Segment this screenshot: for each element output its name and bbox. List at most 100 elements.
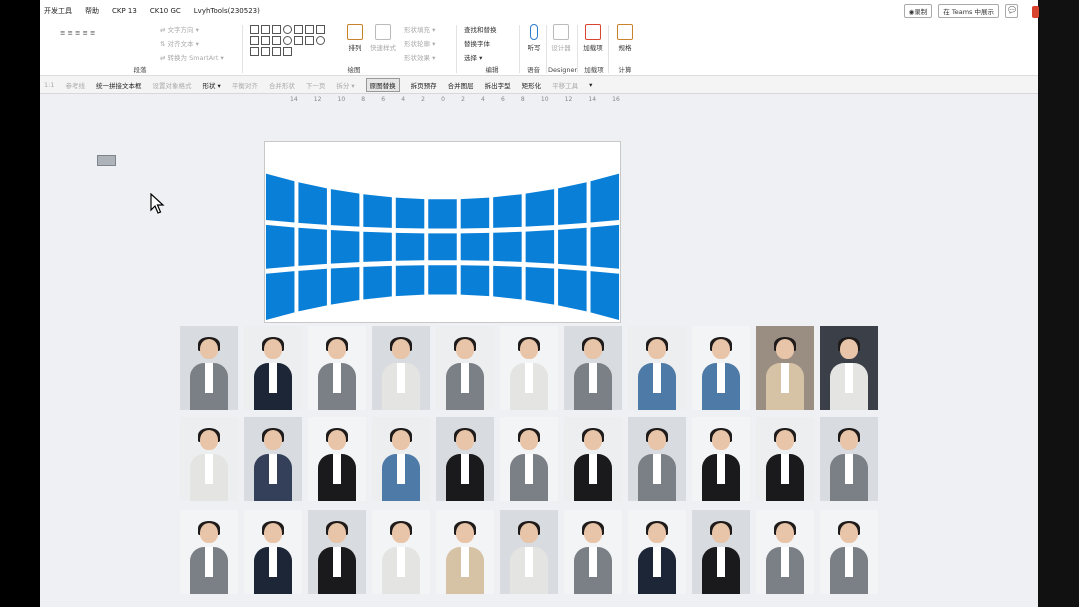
portrait-photo[interactable] bbox=[436, 510, 494, 594]
slide-tile bbox=[395, 265, 425, 297]
comment-button[interactable]: 💬 bbox=[1005, 4, 1018, 18]
menu-ckp13[interactable]: CKP 13 bbox=[112, 7, 137, 15]
designer-icon bbox=[553, 24, 569, 40]
menu-lvyhtools[interactable]: LvyhTools(230523) bbox=[194, 7, 260, 15]
addin-button[interactable]: 加载项 bbox=[580, 24, 606, 52]
portrait-photo[interactable] bbox=[180, 326, 238, 410]
portrait-photo[interactable] bbox=[500, 417, 558, 501]
paragraph-group: ≡ ≡ ≡ ≡ ≡ ⇄ 文字方向 ▾ ⇅ 对齐文本 ▾ ⇄ 转换为 SmartA… bbox=[40, 21, 240, 76]
rule-button[interactable]: 规格 bbox=[612, 24, 638, 52]
slide-tile bbox=[590, 271, 620, 321]
app-window: 开发工具 帮助 CKP 13 CK10 GC LvyhTools(230523)… bbox=[40, 0, 1038, 607]
portrait-photo[interactable] bbox=[244, 510, 302, 594]
toolbar-item-10[interactable]: 拆页预存 bbox=[411, 80, 437, 90]
portrait-photo[interactable] bbox=[244, 326, 302, 410]
slide-tile bbox=[265, 224, 295, 269]
portrait-photo[interactable] bbox=[244, 417, 302, 501]
portrait-photo[interactable] bbox=[372, 326, 430, 410]
arrange-button[interactable]: 排列 bbox=[342, 24, 368, 52]
shape-effect[interactable]: 形状效果 ▾ bbox=[404, 52, 435, 62]
toolbar-item-7[interactable]: 下一页 bbox=[306, 80, 326, 90]
portrait-photo[interactable] bbox=[692, 417, 750, 501]
portrait-photo[interactable] bbox=[500, 326, 558, 410]
small-grey-rectangle[interactable] bbox=[97, 155, 116, 166]
slide-tile bbox=[395, 232, 425, 261]
toolbar-item-13[interactable]: 矩形化 bbox=[522, 80, 542, 90]
slide-tile bbox=[525, 267, 555, 305]
menu-help[interactable]: 帮助 bbox=[85, 6, 99, 16]
menu-bar: 开发工具 帮助 CKP 13 CK10 GC LvyhTools(230523)… bbox=[40, 0, 1038, 21]
portrait-photo[interactable] bbox=[564, 510, 622, 594]
toolbar-item-9[interactable]: 原图替换 bbox=[365, 77, 400, 92]
slide-tile bbox=[428, 199, 457, 229]
toolbar-item-2[interactable]: 统一拼接文本框 bbox=[96, 80, 142, 90]
top-right-actions: ◉录制 在 Teams 中展示 💬 bbox=[903, 4, 1018, 18]
photo-row-3 bbox=[180, 510, 884, 594]
portrait-photo[interactable] bbox=[756, 417, 814, 501]
portrait-photo[interactable] bbox=[692, 510, 750, 594]
portrait-photo[interactable] bbox=[372, 510, 430, 594]
quick-style-icon bbox=[375, 24, 391, 40]
slide-tile bbox=[330, 189, 360, 227]
find-replace-button[interactable]: 查找和替换 bbox=[464, 24, 497, 34]
slide-tile bbox=[330, 230, 360, 264]
menu-developer[interactable]: 开发工具 bbox=[44, 6, 72, 16]
portrait-photo[interactable] bbox=[820, 417, 878, 501]
ruler-tick: 14 bbox=[588, 96, 597, 103]
toolbar-item-0[interactable]: 1:1 bbox=[44, 81, 54, 89]
slide-tile bbox=[363, 265, 392, 300]
portrait-photo[interactable] bbox=[628, 326, 686, 410]
toolbar-dropdown[interactable]: ▾ bbox=[589, 81, 592, 89]
rule-group-label: 计算 bbox=[618, 66, 632, 74]
portrait-photo[interactable] bbox=[308, 417, 366, 501]
portrait-photo[interactable] bbox=[308, 510, 366, 594]
portrait-photo[interactable] bbox=[180, 510, 238, 594]
dictate-button[interactable]: 听写 bbox=[521, 24, 547, 52]
toolbar-item-5[interactable]: 平衡对齐 bbox=[232, 80, 258, 90]
portrait-photo[interactable] bbox=[628, 510, 686, 594]
menu-ck10gc[interactable]: CK10 GC bbox=[150, 7, 181, 15]
toolbar-item-6[interactable]: 合并形状 bbox=[269, 80, 295, 90]
slide-canvas[interactable] bbox=[264, 141, 621, 323]
photo-row-1 bbox=[180, 326, 884, 410]
portrait-photo[interactable] bbox=[564, 326, 622, 410]
designer-button[interactable]: 设计器 bbox=[548, 24, 574, 52]
close-icon[interactable] bbox=[1032, 6, 1039, 18]
align-text[interactable]: ⇅ 对齐文本 ▾ bbox=[160, 38, 199, 48]
portrait-photo[interactable] bbox=[180, 417, 238, 501]
toolbar-item-11[interactable]: 合并图层 bbox=[448, 80, 474, 90]
list-buttons[interactable]: ≡ ≡ ≡ ≡ ≡ bbox=[60, 29, 96, 37]
quick-style-button[interactable]: 快速样式 bbox=[370, 24, 396, 52]
convert-smartart[interactable]: ⇄ 转换为 SmartArt ▾ bbox=[160, 52, 224, 62]
toolbar-item-14[interactable]: 平移工具 bbox=[552, 80, 578, 90]
portrait-photo[interactable] bbox=[308, 326, 366, 410]
teams-present-button[interactable]: 在 Teams 中展示 bbox=[938, 4, 999, 18]
portrait-photo[interactable] bbox=[436, 417, 494, 501]
ruler-tick: 16 bbox=[612, 96, 620, 103]
portrait-photo[interactable] bbox=[820, 326, 878, 410]
slide-tile bbox=[525, 230, 555, 264]
portrait-photo[interactable] bbox=[756, 510, 814, 594]
select-button[interactable]: 选择 ▾ bbox=[464, 52, 482, 62]
portrait-photo[interactable] bbox=[628, 417, 686, 501]
portrait-photo[interactable] bbox=[500, 510, 558, 594]
portrait-photo[interactable] bbox=[692, 326, 750, 410]
shape-gallery[interactable] bbox=[250, 25, 328, 56]
portrait-photo[interactable] bbox=[436, 326, 494, 410]
shape-fill[interactable]: 形状填充 ▾ bbox=[404, 24, 435, 34]
toolbar-item-3[interactable]: 设置对象格式 bbox=[152, 80, 191, 90]
toolbar-item-12[interactable]: 拆出字型 bbox=[485, 80, 511, 90]
portrait-photo[interactable] bbox=[564, 417, 622, 501]
toolbar-item-4[interactable]: 形状 ▾ bbox=[202, 80, 220, 90]
toolbar-item-1[interactable]: 参考线 bbox=[65, 80, 85, 90]
portrait-photo[interactable] bbox=[756, 326, 814, 410]
paragraph-group-label: 段落 bbox=[133, 66, 147, 74]
replace-font-button[interactable]: 替换字体 bbox=[464, 38, 490, 48]
record-button[interactable]: ◉录制 bbox=[903, 4, 933, 18]
portrait-photo[interactable] bbox=[372, 417, 430, 501]
shape-outline[interactable]: 形状轮廓 ▾ bbox=[404, 38, 435, 48]
portrait-photo[interactable] bbox=[820, 510, 878, 594]
text-direction[interactable]: ⇄ 文字方向 ▾ bbox=[160, 24, 199, 34]
ruler-tick: 12 bbox=[313, 96, 322, 103]
toolbar-item-8[interactable]: 拆分 ▾ bbox=[336, 80, 354, 90]
